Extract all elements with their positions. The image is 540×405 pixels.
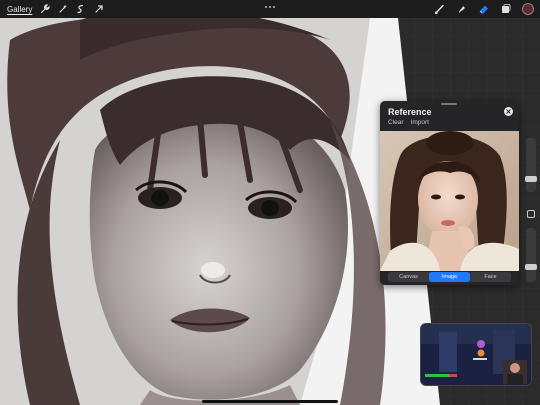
brush-size-thumb[interactable]	[525, 176, 537, 182]
reference-title: Reference	[388, 107, 432, 117]
brush-icon[interactable]	[434, 3, 446, 15]
opacity-slider[interactable]	[525, 228, 537, 282]
panel-drag-handle[interactable]	[441, 103, 457, 105]
clear-button[interactable]: Clear	[388, 119, 404, 126]
import-button[interactable]: Import	[411, 119, 429, 126]
brush-size-slider[interactable]	[525, 138, 537, 192]
reference-image	[380, 131, 519, 271]
tab-image[interactable]: Image	[429, 272, 470, 282]
transform-arrow-icon[interactable]	[94, 4, 104, 14]
wrench-icon[interactable]	[40, 4, 50, 14]
top-toolbar: Gallery	[0, 0, 540, 18]
close-icon[interactable]	[504, 107, 513, 116]
tab-canvas[interactable]: Canvas	[388, 272, 429, 282]
right-sidebar	[522, 128, 540, 308]
video-frame	[421, 324, 531, 385]
opacity-thumb[interactable]	[525, 264, 537, 270]
smudge-icon[interactable]	[456, 3, 468, 15]
tool-group	[434, 2, 534, 16]
magic-wand-icon[interactable]	[58, 4, 68, 14]
picture-in-picture-video[interactable]	[420, 323, 532, 386]
eraser-icon[interactable]	[478, 3, 490, 15]
tab-face[interactable]: Face	[470, 272, 511, 282]
reference-panel[interactable]: Reference Clear Import Canvas Image Face	[380, 101, 519, 285]
color-swatch[interactable]	[522, 3, 534, 15]
modify-button[interactable]	[527, 210, 535, 218]
layers-icon[interactable]	[500, 3, 512, 15]
home-indicator[interactable]	[202, 400, 338, 403]
gallery-button[interactable]: Gallery	[7, 5, 32, 14]
more-options-icon[interactable]	[263, 4, 277, 10]
reference-tabs: Canvas Image Face	[388, 272, 511, 282]
selection-icon[interactable]	[76, 4, 86, 14]
reference-actions: Clear Import	[388, 119, 429, 126]
procreate-app: Gallery Reference Clear Import Canvas Im…	[0, 0, 540, 405]
